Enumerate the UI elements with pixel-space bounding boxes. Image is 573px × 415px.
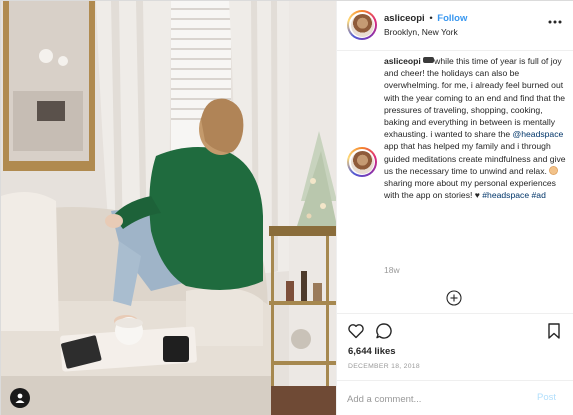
post-frame: asliceopi • Follow Brooklyn, New York as… — [0, 0, 573, 415]
caption-username[interactable]: asliceopi — [384, 56, 421, 66]
heart-glyph: ♥ — [474, 190, 480, 201]
caption-author-avatar[interactable] — [347, 147, 377, 177]
comment-input[interactable] — [347, 391, 527, 407]
plus-circle-icon[interactable] — [446, 290, 462, 306]
caption-body-1: while this time of year is full of joy a… — [384, 56, 566, 140]
bookmark-icon[interactable] — [545, 322, 563, 340]
more-horizontal-icon[interactable] — [547, 16, 563, 28]
location-link[interactable]: Brooklyn, New York — [384, 27, 458, 37]
hashtag-ad[interactable]: #ad — [532, 190, 546, 200]
post-side-panel: asliceopi • Follow Brooklyn, New York as… — [336, 1, 573, 415]
heart-icon[interactable] — [347, 322, 365, 340]
photo-scene — [1, 1, 336, 415]
caption-body-3: sharing more about my personal experienc… — [384, 178, 556, 201]
author-line: asliceopi • Follow — [384, 13, 467, 24]
caption-body-2: app that has helped my family and i thro… — [384, 141, 566, 176]
hands-emoji-icon — [549, 165, 559, 175]
likes-count[interactable]: 6,644 likes — [348, 346, 396, 357]
action-bar — [337, 313, 573, 347]
follow-button[interactable]: Follow — [437, 13, 467, 24]
comment-icon[interactable] — [375, 322, 393, 340]
mention-link[interactable]: @headspace — [513, 129, 564, 139]
post-header: asliceopi • Follow Brooklyn, New York — [337, 1, 573, 51]
caption-text: asliceopi while this time of year is ful… — [384, 55, 569, 201]
caption-timestamp: 18w — [384, 265, 400, 275]
caption-area: asliceopi while this time of year is ful… — [337, 51, 573, 281]
hashtag-headspace[interactable]: #headspace — [482, 190, 529, 200]
author-username[interactable]: asliceopi — [384, 13, 425, 24]
author-avatar[interactable] — [347, 10, 377, 40]
comment-bar: Post — [337, 380, 573, 415]
separator-dot: • — [429, 13, 433, 24]
post-date: DECEMBER 18, 2018 — [348, 363, 420, 370]
user-silhouette-icon — [15, 393, 25, 403]
black-rectangle-emoji-icon — [423, 57, 435, 63]
post-photo[interactable] — [1, 1, 336, 415]
post-comment-button[interactable]: Post — [537, 392, 556, 403]
tagged-user-button[interactable] — [10, 388, 30, 408]
